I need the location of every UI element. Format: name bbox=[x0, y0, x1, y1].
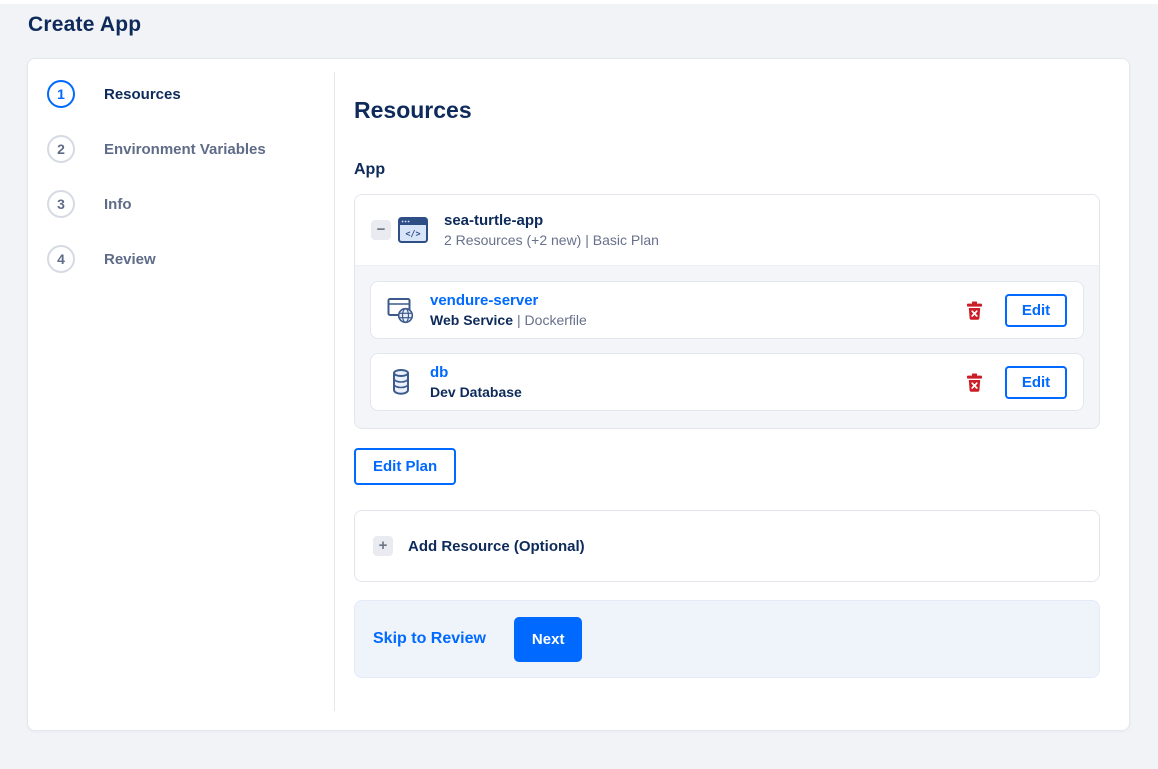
step-label-resources: Resources bbox=[104, 85, 181, 103]
edit-plan-button[interactable]: Edit Plan bbox=[354, 448, 457, 485]
edit-resource-button[interactable]: Edit bbox=[1005, 293, 1067, 327]
resource-name-link[interactable]: vendure-server bbox=[430, 292, 538, 309]
step-label-info: Info bbox=[104, 195, 132, 213]
app-summary: 2 Resources (+2 new) | Basic Plan bbox=[444, 232, 659, 248]
section-heading: Resources bbox=[354, 97, 472, 123]
step-number-3: 3 bbox=[47, 190, 75, 218]
add-resource-section[interactable]: + Add Resource (Optional) bbox=[354, 510, 1100, 582]
resource-row-vendure-server: vendure-server Web Service| Dockerfile bbox=[370, 281, 1084, 339]
step-review[interactable]: 4 Review bbox=[47, 245, 334, 273]
code-window-icon: </> bbox=[398, 217, 428, 243]
delete-resource-icon[interactable] bbox=[966, 373, 983, 392]
resource-subtitle: Dev Database bbox=[430, 384, 526, 400]
resource-text: vendure-server Web Service | Dockerfile bbox=[430, 292, 587, 328]
step-number-4: 4 bbox=[47, 245, 75, 273]
edit-resource-button[interactable]: Edit bbox=[1005, 365, 1067, 399]
step-number-2: 2 bbox=[47, 135, 75, 163]
resource-row-db: db Dev Database Edit bbox=[370, 353, 1084, 411]
app-group-header: − </> sea-turtle-app 2 Resources (+2 new… bbox=[355, 195, 1099, 266]
step-label-environment-variables: Environment Variables bbox=[104, 140, 266, 158]
resource-type: Web Service bbox=[430, 312, 514, 328]
svg-text:</>: </> bbox=[405, 230, 420, 240]
delete-resource-icon[interactable] bbox=[966, 301, 983, 320]
resource-type: Dev Database bbox=[430, 384, 522, 400]
app-section-label: App bbox=[354, 161, 386, 178]
resource-name-link[interactable]: db bbox=[430, 364, 448, 381]
resource-detail: | Dockerfile bbox=[517, 312, 587, 328]
app-group-body: vendure-server Web Service| Dockerfile bbox=[355, 266, 1099, 428]
footer-bar: Skip to Review Next bbox=[354, 600, 1100, 678]
add-resource-label: Add Resource (Optional) bbox=[408, 537, 585, 555]
app-resource-group: − </> sea-turtle-app 2 Resources (+2 new… bbox=[354, 194, 1100, 429]
sidebar-divider bbox=[334, 72, 335, 711]
web-service-icon bbox=[387, 296, 415, 324]
resource-actions: Edit bbox=[966, 293, 1067, 327]
top-strip bbox=[0, 0, 1158, 4]
skip-to-review-link[interactable]: Skip to Review bbox=[373, 630, 486, 648]
resource-text: db Dev Database bbox=[430, 364, 526, 400]
plus-icon: + bbox=[373, 536, 393, 556]
create-app-card: 1 Resources 2 Environment Variables 3 In… bbox=[27, 58, 1130, 731]
resource-subtitle: Web Service | Dockerfile bbox=[430, 312, 587, 328]
stepper: 1 Resources 2 Environment Variables 3 In… bbox=[28, 59, 334, 730]
collapse-icon[interactable]: − bbox=[371, 220, 391, 240]
database-icon bbox=[387, 368, 415, 396]
step-number-1: 1 bbox=[47, 80, 75, 108]
resource-actions: Edit bbox=[966, 365, 1067, 399]
step-resources[interactable]: 1 Resources bbox=[47, 80, 334, 108]
step-label-review: Review bbox=[104, 250, 156, 268]
app-group-text: sea-turtle-app 2 Resources (+2 new) | Ba… bbox=[444, 212, 659, 248]
resources-panel: Resources App − </> sea-turtle-app 2 Res… bbox=[334, 59, 1129, 730]
step-info[interactable]: 3 Info bbox=[47, 190, 334, 218]
page-title: Create App bbox=[28, 13, 142, 36]
step-environment-variables[interactable]: 2 Environment Variables bbox=[47, 135, 334, 163]
next-button[interactable]: Next bbox=[513, 616, 583, 662]
app-name: sea-turtle-app bbox=[444, 212, 544, 229]
